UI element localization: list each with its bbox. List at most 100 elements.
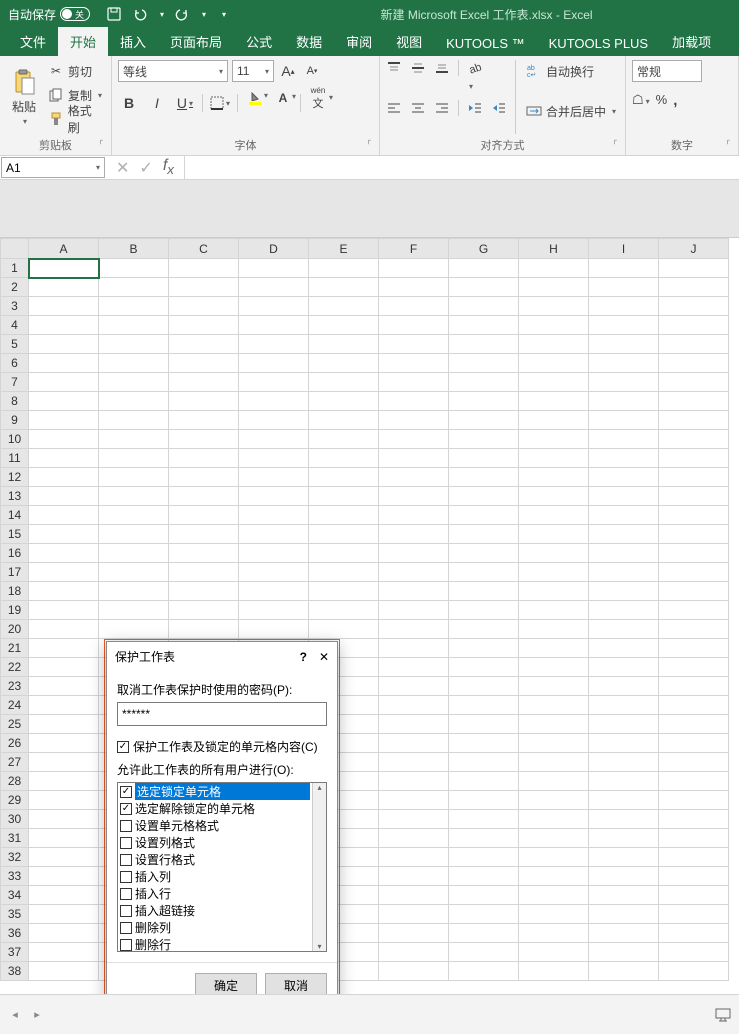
cell-A32[interactable]: [29, 848, 99, 867]
cell-C7[interactable]: [169, 373, 239, 392]
align-center-icon[interactable]: [410, 100, 426, 116]
cell-D7[interactable]: [239, 373, 309, 392]
border-button[interactable]: ▾: [209, 92, 231, 114]
cell-F1[interactable]: [379, 259, 449, 278]
cell-I22[interactable]: [589, 658, 659, 677]
row-header-37[interactable]: 37: [1, 943, 29, 962]
row-header-23[interactable]: 23: [1, 677, 29, 696]
cell-F25[interactable]: [379, 715, 449, 734]
cell-F16[interactable]: [379, 544, 449, 563]
cell-F37[interactable]: [379, 943, 449, 962]
cell-H9[interactable]: [519, 411, 589, 430]
row-header-2[interactable]: 2: [1, 278, 29, 297]
cell-H20[interactable]: [519, 620, 589, 639]
cell-E1[interactable]: [309, 259, 379, 278]
cell-H4[interactable]: [519, 316, 589, 335]
row-header-21[interactable]: 21: [1, 639, 29, 658]
tab-KUTOOLS ™[interactable]: KUTOOLS ™: [434, 31, 537, 56]
cell-G26[interactable]: [449, 734, 519, 753]
font-color-button[interactable]: A▾: [272, 92, 294, 114]
tab-视图[interactable]: 视图: [384, 27, 434, 56]
cell-E19[interactable]: [309, 601, 379, 620]
cell-I18[interactable]: [589, 582, 659, 601]
cell-A6[interactable]: [29, 354, 99, 373]
col-header-I[interactable]: I: [589, 239, 659, 259]
cell-F32[interactable]: [379, 848, 449, 867]
cell-A8[interactable]: [29, 392, 99, 411]
select-all-corner[interactable]: [1, 239, 29, 259]
cell-H18[interactable]: [519, 582, 589, 601]
close-icon[interactable]: ✕: [319, 650, 329, 664]
cell-F36[interactable]: [379, 924, 449, 943]
row-header-28[interactable]: 28: [1, 772, 29, 791]
row-header-34[interactable]: 34: [1, 886, 29, 905]
cell-F35[interactable]: [379, 905, 449, 924]
cell-A14[interactable]: [29, 506, 99, 525]
cell-C18[interactable]: [169, 582, 239, 601]
password-input[interactable]: [117, 702, 327, 726]
col-header-B[interactable]: B: [99, 239, 169, 259]
cell-J19[interactable]: [659, 601, 729, 620]
cell-G3[interactable]: [449, 297, 519, 316]
cell-A34[interactable]: [29, 886, 99, 905]
col-header-H[interactable]: H: [519, 239, 589, 259]
cell-A18[interactable]: [29, 582, 99, 601]
cell-C16[interactable]: [169, 544, 239, 563]
cell-J32[interactable]: [659, 848, 729, 867]
cell-I9[interactable]: [589, 411, 659, 430]
cell-H5[interactable]: [519, 335, 589, 354]
cell-D17[interactable]: [239, 563, 309, 582]
pinyin-button[interactable]: wén文▾: [307, 92, 329, 114]
cell-J13[interactable]: [659, 487, 729, 506]
row-header-25[interactable]: 25: [1, 715, 29, 734]
cell-J33[interactable]: [659, 867, 729, 886]
scroll-last-icon[interactable]: ▸: [30, 1008, 44, 1022]
row-header-18[interactable]: 18: [1, 582, 29, 601]
cell-I32[interactable]: [589, 848, 659, 867]
row-header-4[interactable]: 4: [1, 316, 29, 335]
row-header-24[interactable]: 24: [1, 696, 29, 715]
cell-A20[interactable]: [29, 620, 99, 639]
cell-J28[interactable]: [659, 772, 729, 791]
cell-J18[interactable]: [659, 582, 729, 601]
cell-A4[interactable]: [29, 316, 99, 335]
wrap-text-button[interactable]: abc↵自动换行: [524, 60, 618, 82]
permissions-list[interactable]: 选定锁定单元格选定解除锁定的单元格设置单元格格式设置列格式设置行格式插入列插入行…: [117, 782, 327, 952]
cell-D19[interactable]: [239, 601, 309, 620]
cell-D9[interactable]: [239, 411, 309, 430]
cell-A38[interactable]: [29, 962, 99, 981]
cell-G25[interactable]: [449, 715, 519, 734]
cell-G13[interactable]: [449, 487, 519, 506]
undo-icon[interactable]: [132, 6, 148, 22]
cell-G12[interactable]: [449, 468, 519, 487]
cell-H10[interactable]: [519, 430, 589, 449]
formula-bar[interactable]: [185, 156, 739, 179]
cell-D6[interactable]: [239, 354, 309, 373]
cell-A15[interactable]: [29, 525, 99, 544]
cell-B4[interactable]: [99, 316, 169, 335]
cell-A37[interactable]: [29, 943, 99, 962]
cell-H11[interactable]: [519, 449, 589, 468]
cell-H38[interactable]: [519, 962, 589, 981]
cell-F30[interactable]: [379, 810, 449, 829]
cell-G38[interactable]: [449, 962, 519, 981]
cell-H15[interactable]: [519, 525, 589, 544]
cell-D8[interactable]: [239, 392, 309, 411]
row-header-31[interactable]: 31: [1, 829, 29, 848]
cut-button[interactable]: ✂剪切: [46, 60, 105, 82]
cell-J17[interactable]: [659, 563, 729, 582]
cell-G21[interactable]: [449, 639, 519, 658]
row-header-36[interactable]: 36: [1, 924, 29, 943]
cell-I26[interactable]: [589, 734, 659, 753]
cell-H19[interactable]: [519, 601, 589, 620]
cell-H13[interactable]: [519, 487, 589, 506]
cell-I10[interactable]: [589, 430, 659, 449]
tab-文件[interactable]: 文件: [8, 27, 58, 56]
cell-J38[interactable]: [659, 962, 729, 981]
cell-H27[interactable]: [519, 753, 589, 772]
tab-公式[interactable]: 公式: [234, 27, 284, 56]
cell-H35[interactable]: [519, 905, 589, 924]
save-icon[interactable]: [106, 6, 122, 22]
row-header-26[interactable]: 26: [1, 734, 29, 753]
cell-A23[interactable]: [29, 677, 99, 696]
